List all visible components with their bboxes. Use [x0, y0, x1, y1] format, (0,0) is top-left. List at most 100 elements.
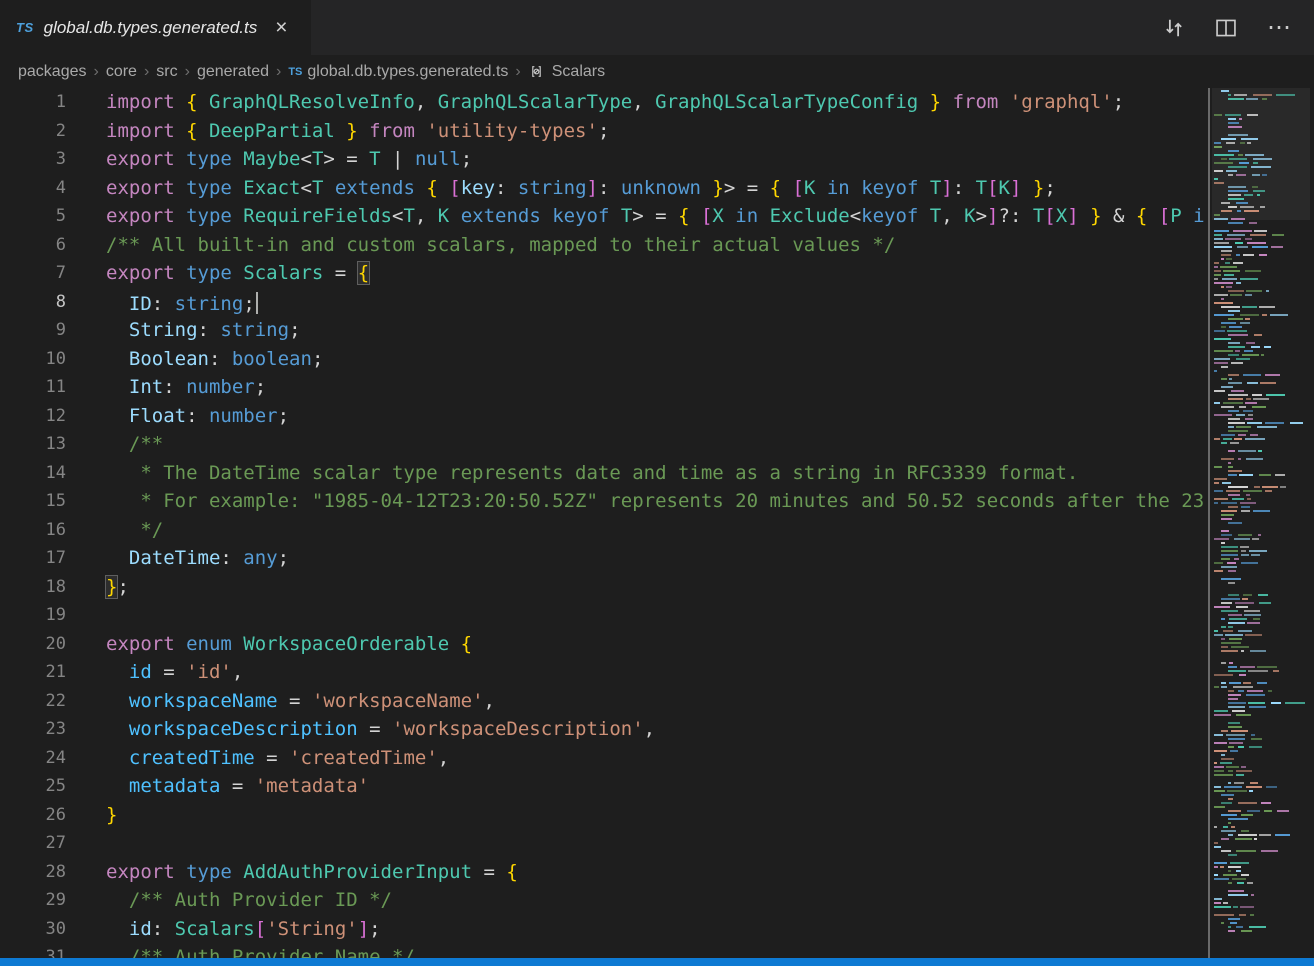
code-line[interactable]: 2 import { DeepPartial } from 'utility-ty…	[0, 117, 1205, 146]
line-number[interactable]: 10	[0, 345, 66, 374]
code-line[interactable]: 8 ID: string;	[0, 288, 1205, 317]
code-line-content[interactable]: Boolean: boolean;	[106, 345, 323, 374]
line-number[interactable]: 24	[0, 744, 66, 773]
code-line[interactable]: 28 export type AddAuthProviderInput = {	[0, 858, 1205, 887]
line-number[interactable]: 20	[0, 630, 66, 659]
code-line[interactable]: 30 id: Scalars['String'];	[0, 915, 1205, 944]
code-line[interactable]: 6 /** All built-in and custom scalars, ma…	[0, 231, 1205, 260]
code-line-content[interactable]: /** All built-in and custom scalars, map…	[106, 231, 895, 260]
code-line-content[interactable]: workspaceDescription = 'workspaceDescrip…	[106, 715, 655, 744]
code-line-content[interactable]: DateTime: any;	[106, 544, 289, 573]
code-line[interactable]: 21 id = 'id',	[0, 658, 1205, 687]
more-actions-icon[interactable]: ⋯	[1267, 16, 1292, 40]
line-number[interactable]: 27	[0, 829, 66, 858]
line-number[interactable]: 2	[0, 117, 66, 146]
line-number[interactable]: 1	[0, 88, 66, 117]
minimap-sash[interactable]	[1208, 88, 1210, 958]
line-number[interactable]: 28	[0, 858, 66, 887]
code-line[interactable]: 18};	[0, 573, 1205, 602]
open-changes-icon[interactable]	[1163, 17, 1185, 39]
code-line-content[interactable]: Int: number;	[106, 373, 266, 402]
code-line[interactable]: 14 * The DateTime scalar type represents…	[0, 459, 1205, 488]
line-number[interactable]: 26	[0, 801, 66, 830]
code-line[interactable]: 3 export type Maybe<T> = T | null;	[0, 145, 1205, 174]
breadcrumb-item-core[interactable]: core	[106, 63, 137, 81]
code-area[interactable]: 1 import { GraphQLResolveInfo, GraphQLSca…	[0, 88, 1205, 958]
line-number[interactable]: 6	[0, 231, 66, 260]
code-line-content[interactable]: export type AddAuthProviderInput = {	[106, 858, 518, 887]
breadcrumb-item-packages[interactable]: packages	[18, 63, 87, 81]
line-number[interactable]: 11	[0, 373, 66, 402]
line-number[interactable]: 18	[0, 573, 66, 602]
line-number[interactable]: 17	[0, 544, 66, 573]
breadcrumb-item-generated[interactable]: generated	[197, 63, 269, 81]
line-number[interactable]: 15	[0, 487, 66, 516]
code-line-content[interactable]: export type RequireFields<T, K extends k…	[106, 202, 1205, 231]
code-line-content[interactable]: import { GraphQLResolveInfo, GraphQLScal…	[106, 88, 1124, 117]
line-number[interactable]: 23	[0, 715, 66, 744]
close-icon[interactable]: ×	[273, 17, 289, 38]
code-line-content[interactable]: export enum WorkspaceOrderable {	[106, 630, 472, 659]
line-number[interactable]: 3	[0, 145, 66, 174]
split-editor-icon[interactable]	[1215, 17, 1237, 39]
code-line-content[interactable]: * For example: "1985-04-12T23:20:50.52Z"…	[106, 487, 1205, 516]
line-number[interactable]: 30	[0, 915, 66, 944]
code-line[interactable]: 4 export type Exact<T extends { [key: str…	[0, 174, 1205, 203]
code-line[interactable]: 27	[0, 829, 1205, 858]
line-number[interactable]: 9	[0, 316, 66, 345]
code-line[interactable]: 15 * For example: "1985-04-12T23:20:50.5…	[0, 487, 1205, 516]
code-line-content[interactable]: ID: string;	[106, 288, 258, 317]
code-line[interactable]: 26}	[0, 801, 1205, 830]
code-line-content[interactable]: }	[106, 801, 117, 830]
code-line[interactable]: 7 export type Scalars = {	[0, 259, 1205, 288]
code-line-content[interactable]: export type Exact<T extends { [key: stri…	[106, 174, 1056, 203]
breadcrumb-item-src[interactable]: src	[156, 63, 177, 81]
line-number[interactable]: 13	[0, 430, 66, 459]
code-line-content[interactable]: /** Auth Provider Name */	[106, 943, 415, 958]
breadcrumb-item-scalars[interactable]: Scalars	[552, 63, 605, 81]
code-line[interactable]: 24 createdTime = 'createdTime',	[0, 744, 1205, 773]
code-line-content[interactable]: /** Auth Provider ID */	[106, 886, 392, 915]
code-line[interactable]: 19	[0, 601, 1205, 630]
code-line[interactable]: 1 import { GraphQLResolveInfo, GraphQLSca…	[0, 88, 1205, 117]
code-line[interactable]: 10 Boolean: boolean;	[0, 345, 1205, 374]
code-line[interactable]: 16 */	[0, 516, 1205, 545]
minimap[interactable]	[1212, 88, 1310, 958]
code-line-content[interactable]: workspaceName = 'workspaceName',	[106, 687, 495, 716]
line-number[interactable]: 5	[0, 202, 66, 231]
code-line-content[interactable]: export type Maybe<T> = T | null;	[106, 145, 472, 174]
line-number[interactable]: 12	[0, 402, 66, 431]
code-line-content[interactable]: * The DateTime scalar type represents da…	[106, 459, 1078, 488]
code-line[interactable]: 23 workspaceDescription = 'workspaceDesc…	[0, 715, 1205, 744]
code-line[interactable]: 29 /** Auth Provider ID */	[0, 886, 1205, 915]
code-line[interactable]: 9 String: string;	[0, 316, 1205, 345]
line-number[interactable]: 22	[0, 687, 66, 716]
code-line[interactable]: 31 /** Auth Provider Name */	[0, 943, 1205, 958]
code-line-content[interactable]: createdTime = 'createdTime',	[106, 744, 449, 773]
code-line-content[interactable]: */	[106, 516, 163, 545]
line-number[interactable]: 7	[0, 259, 66, 288]
code-line-content[interactable]: id: Scalars['String'];	[106, 915, 381, 944]
code-line[interactable]: 22 workspaceName = 'workspaceName',	[0, 687, 1205, 716]
line-number[interactable]: 14	[0, 459, 66, 488]
line-number[interactable]: 16	[0, 516, 66, 545]
line-number[interactable]: 31	[0, 943, 66, 958]
code-line[interactable]: 13 /**	[0, 430, 1205, 459]
code-line[interactable]: 5 export type RequireFields<T, K extends …	[0, 202, 1205, 231]
code-line-content[interactable]: metadata = 'metadata'	[106, 772, 369, 801]
code-line-content[interactable]: id = 'id',	[106, 658, 243, 687]
line-number[interactable]: 19	[0, 601, 66, 630]
breadcrumb-item-filename[interactable]: global.db.types.generated.ts	[307, 63, 508, 81]
code-line[interactable]: 12 Float: number;	[0, 402, 1205, 431]
line-number[interactable]: 4	[0, 174, 66, 203]
code-line-content[interactable]: /**	[106, 430, 163, 459]
code-line[interactable]: 17 DateTime: any;	[0, 544, 1205, 573]
code-line-content[interactable]: import { DeepPartial } from 'utility-typ…	[106, 117, 609, 146]
line-number[interactable]: 8	[0, 288, 66, 317]
code-line-content[interactable]: export type Scalars = {	[106, 259, 369, 288]
code-line[interactable]: 20 export enum WorkspaceOrderable {	[0, 630, 1205, 659]
code-line[interactable]: 25 metadata = 'metadata'	[0, 772, 1205, 801]
code-line-content[interactable]: String: string;	[106, 316, 301, 345]
code-line-content[interactable]: Float: number;	[106, 402, 289, 431]
line-number[interactable]: 21	[0, 658, 66, 687]
